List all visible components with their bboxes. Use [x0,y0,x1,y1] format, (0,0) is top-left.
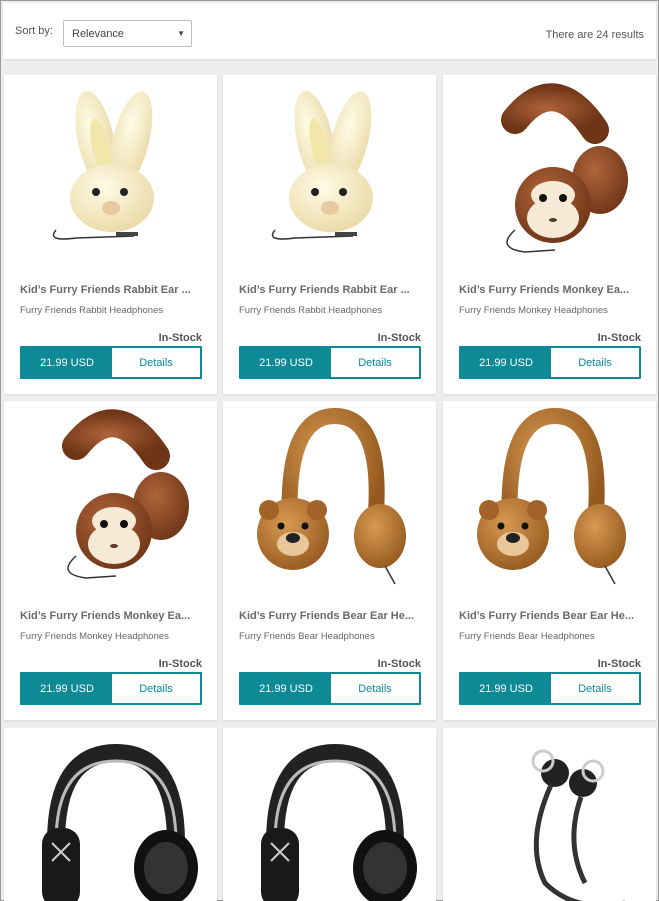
product-image[interactable] [223,75,436,265]
price-button[interactable]: 21.99 USD [461,674,551,703]
product-image[interactable] [223,401,436,591]
product-card[interactable]: Kid’s Furry Friends Bear Ear He... Furry … [223,401,436,720]
product-subtitle: Furry Friends Rabbit Headphones [239,305,383,316]
chevron-down-icon: ▼ [177,29,185,38]
product-title[interactable]: Kid’s Furry Friends Rabbit Ear ... [239,284,423,296]
price-button[interactable]: 21.99 USD [241,348,331,377]
product-title[interactable]: Kid’s Furry Friends Monkey Ea... [459,284,643,296]
product-actions: 21.99 USD Details [20,672,202,705]
product-actions: 21.99 USD Details [459,672,641,705]
product-title[interactable]: Kid’s Furry Friends Rabbit Ear ... [20,284,204,296]
details-button[interactable]: Details [331,674,419,703]
product-card[interactable]: Kid’s Furry Friends Monkey Ea... Furry Fr… [443,75,656,394]
price-button[interactable]: 21.99 USD [22,348,112,377]
product-card[interactable] [223,728,436,901]
details-button[interactable]: Details [112,674,200,703]
product-card[interactable] [4,728,217,901]
product-actions: 21.99 USD Details [239,346,421,379]
product-image[interactable] [443,75,656,265]
price-button[interactable]: 21.99 USD [461,348,551,377]
details-button[interactable]: Details [551,348,639,377]
product-image[interactable] [4,75,217,265]
sort-select-value: Relevance [72,28,124,40]
product-image[interactable] [4,728,217,901]
product-image[interactable] [223,728,436,901]
product-image[interactable] [443,401,656,591]
product-title[interactable]: Kid’s Furry Friends Bear Ear He... [239,610,423,622]
product-title[interactable]: Kid’s Furry Friends Bear Ear He... [459,610,643,622]
details-button[interactable]: Details [331,348,419,377]
product-card[interactable]: Kid’s Furry Friends Monkey Ea... Furry Fr… [4,401,217,720]
product-card[interactable]: Kid’s Furry Friends Bear Ear He... Furry … [443,401,656,720]
price-button[interactable]: 21.99 USD [241,674,331,703]
product-card[interactable]: Kid’s Furry Friends Rabbit Ear ... Furry … [4,75,217,394]
product-subtitle: Furry Friends Monkey Headphones [459,305,608,316]
details-button[interactable]: Details [551,674,639,703]
stock-status: In-Stock [597,332,641,344]
product-subtitle: Furry Friends Bear Headphones [239,631,375,642]
product-subtitle: Furry Friends Bear Headphones [459,631,595,642]
sort-toolbar: Sort by: Relevance ▼ There are 24 result… [3,3,656,59]
product-subtitle: Furry Friends Monkey Headphones [20,631,169,642]
stock-status: In-Stock [158,658,202,670]
stock-status: In-Stock [377,332,421,344]
product-actions: 21.99 USD Details [239,672,421,705]
product-card[interactable] [443,728,656,901]
results-count: There are 24 results [545,29,644,41]
product-card[interactable]: Kid’s Furry Friends Rabbit Ear ... Furry … [223,75,436,394]
stock-status: In-Stock [597,658,641,670]
product-image[interactable] [443,728,656,901]
product-actions: 21.99 USD Details [459,346,641,379]
sort-select[interactable]: Relevance ▼ [63,20,192,47]
sort-label: Sort by: [15,25,53,37]
product-subtitle: Furry Friends Rabbit Headphones [20,305,164,316]
details-button[interactable]: Details [112,348,200,377]
product-actions: 21.99 USD Details [20,346,202,379]
price-button[interactable]: 21.99 USD [22,674,112,703]
stock-status: In-Stock [377,658,421,670]
product-image[interactable] [4,401,217,591]
stock-status: In-Stock [158,332,202,344]
product-title[interactable]: Kid’s Furry Friends Monkey Ea... [20,610,204,622]
